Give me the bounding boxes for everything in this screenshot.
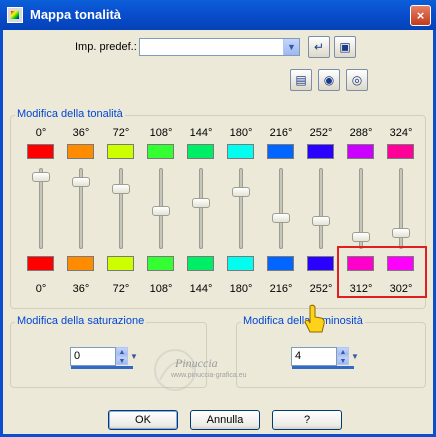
randomize-button[interactable]: ▤ bbox=[290, 69, 312, 91]
save-preset-button[interactable]: ▣ bbox=[334, 36, 356, 58]
hue-bottom-degree: 108° bbox=[149, 283, 173, 295]
ok-button[interactable]: OK bbox=[108, 410, 178, 430]
hue-top-swatch bbox=[187, 144, 214, 159]
luminosity-spinner[interactable]: ▲ ▼ bbox=[337, 347, 349, 366]
luminosity-slider-bar[interactable] bbox=[292, 366, 354, 369]
hue-slider-thumb[interactable] bbox=[112, 184, 130, 194]
window-title: Mappa tonalità bbox=[30, 7, 122, 22]
hue-bottom-degree: 72° bbox=[112, 283, 130, 295]
hue-slider-thumb[interactable] bbox=[312, 216, 330, 226]
watermark-text: Pinuccia bbox=[175, 356, 218, 370]
chevron-down-icon[interactable]: ▼ bbox=[283, 39, 299, 55]
hue-slider-thumb[interactable] bbox=[72, 177, 90, 187]
hue-top-swatch bbox=[347, 144, 374, 159]
hue-bottom-swatch bbox=[27, 256, 54, 271]
hue-bottom-swatch bbox=[147, 256, 174, 271]
hue-slider-thumb[interactable] bbox=[392, 228, 410, 238]
saturation-label: Modifica della saturazione bbox=[15, 315, 147, 327]
hue-top-degree: 252° bbox=[309, 127, 333, 139]
hue-top-swatch bbox=[147, 144, 174, 159]
dialog-icon: ▤ bbox=[295, 73, 307, 87]
hue-slider-track[interactable] bbox=[199, 168, 203, 249]
hue-top-degree: 108° bbox=[149, 127, 173, 139]
hue-bottom-swatch bbox=[67, 256, 94, 271]
saturation-input[interactable]: 0 bbox=[70, 347, 116, 366]
hue-top-degree: 0° bbox=[35, 127, 47, 139]
hue-bottom-degree: 180° bbox=[229, 283, 253, 295]
hue-bottom-degree: 0° bbox=[35, 283, 47, 295]
hue-top-swatch bbox=[307, 144, 334, 159]
luminosity-label: Modifica della luminosità bbox=[241, 315, 365, 327]
hue-bottom-swatch bbox=[187, 256, 214, 271]
close-button[interactable]: × bbox=[410, 5, 431, 26]
reset-arrow-button[interactable]: ↵ bbox=[308, 36, 330, 58]
return-arrow-icon: ↵ bbox=[313, 40, 325, 54]
hue-slider-thumb[interactable] bbox=[192, 198, 210, 208]
preset-label: Imp. predef.: bbox=[75, 41, 137, 53]
spin-up-icon[interactable]: ▲ bbox=[116, 347, 128, 356]
saturation-dropdown-icon[interactable]: ▼ bbox=[128, 347, 140, 366]
spin-up-icon[interactable]: ▲ bbox=[337, 347, 349, 356]
hue-bottom-swatch bbox=[227, 256, 254, 271]
app-icon bbox=[7, 7, 23, 23]
spin-down-icon[interactable]: ▼ bbox=[116, 356, 128, 365]
hue-top-degree: 324° bbox=[389, 127, 413, 139]
hue-top-swatch bbox=[67, 144, 94, 159]
luminosity-input[interactable]: 4 bbox=[291, 347, 337, 366]
title-bar: Mappa tonalità × bbox=[0, 0, 436, 30]
highlight-box bbox=[337, 246, 427, 298]
watermark-url: www.pinuccia-grafica.eu bbox=[171, 372, 247, 379]
hue-top-degree: 216° bbox=[269, 127, 293, 139]
hue-top-degree: 144° bbox=[189, 127, 213, 139]
hue-bottom-degree: 216° bbox=[269, 283, 293, 295]
preset-dropdown[interactable]: ▼ bbox=[139, 38, 300, 56]
hue-slider-track[interactable] bbox=[119, 168, 123, 249]
hue-slider-track[interactable] bbox=[319, 168, 323, 249]
hand-cursor-icon bbox=[304, 304, 325, 333]
hue-top-swatch bbox=[107, 144, 134, 159]
hue-bottom-swatch bbox=[267, 256, 294, 271]
hue-slider-thumb[interactable] bbox=[32, 172, 50, 182]
hue-slider-thumb[interactable] bbox=[232, 187, 250, 197]
saturation-spinner[interactable]: ▲ ▼ bbox=[116, 347, 128, 366]
hue-top-swatch bbox=[267, 144, 294, 159]
eye-icon: ◎ bbox=[351, 73, 363, 87]
preview-eye-button[interactable]: ◎ bbox=[346, 69, 368, 91]
hue-bottom-degree: 144° bbox=[189, 283, 213, 295]
hue-slider-track[interactable] bbox=[279, 168, 283, 249]
floppy-disk-icon: ▣ bbox=[339, 40, 351, 54]
eye-lock-button[interactable]: ◉ bbox=[318, 69, 340, 91]
hue-top-degree: 180° bbox=[229, 127, 253, 139]
hue-slider-thumb[interactable] bbox=[352, 232, 370, 242]
hue-bottom-swatch bbox=[307, 256, 334, 271]
hue-top-degree: 72° bbox=[112, 127, 130, 139]
hue-bottom-degree: 36° bbox=[72, 283, 90, 295]
hue-slider-thumb[interactable] bbox=[152, 206, 170, 216]
hue-top-swatch bbox=[27, 144, 54, 159]
cancel-button[interactable]: Annulla bbox=[190, 410, 260, 430]
hue-top-swatch bbox=[387, 144, 414, 159]
help-button[interactable]: ? bbox=[272, 410, 342, 430]
hue-slider-thumb[interactable] bbox=[272, 213, 290, 223]
hue-top-swatch bbox=[227, 144, 254, 159]
eye-lock-icon: ◉ bbox=[323, 73, 335, 87]
hue-slider-track[interactable] bbox=[239, 168, 243, 249]
hue-bottom-swatch bbox=[107, 256, 134, 271]
spin-down-icon[interactable]: ▼ bbox=[337, 356, 349, 365]
saturation-slider-bar[interactable] bbox=[71, 366, 133, 369]
hue-group-label: Modifica della tonalità bbox=[15, 108, 125, 120]
luminosity-dropdown-icon[interactable]: ▼ bbox=[349, 347, 361, 366]
hue-bottom-degree: 252° bbox=[309, 283, 333, 295]
hue-top-degree: 36° bbox=[72, 127, 90, 139]
hue-top-degree: 288° bbox=[349, 127, 373, 139]
